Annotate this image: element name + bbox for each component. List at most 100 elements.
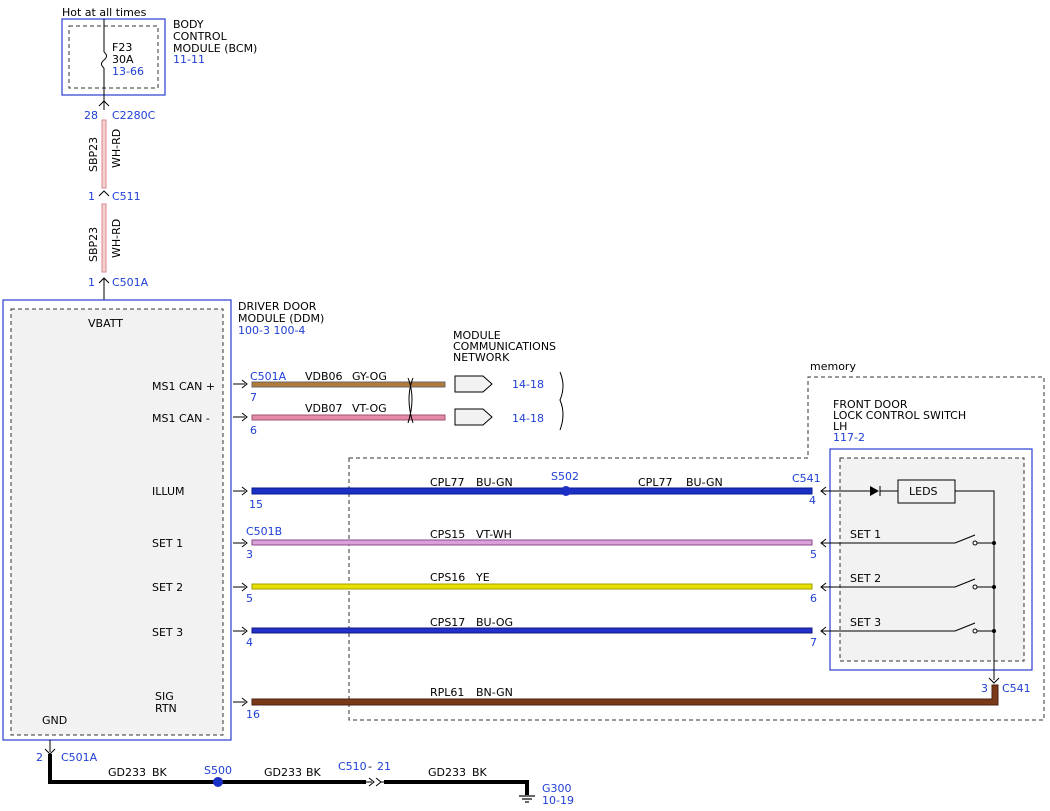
ddm-pin-set3: SET 3 [152,626,183,639]
svg-text:-: - [368,760,372,773]
circuit-gd233-3: GD233 [428,766,466,779]
wire-cpl77[interactable] [251,487,813,495]
pin-7-set3: 7 [810,636,817,649]
color-bn-gn: BN-GN [476,686,513,699]
switch-set1-label: SET 1 [850,528,881,541]
wire-vdb07[interactable] [251,414,446,421]
color-vt-wh: VT-WH [476,528,512,541]
switch-name-2: LOCK CONTROL SWITCH [833,409,966,422]
connector-c541-top-label[interactable]: C541 [792,472,821,485]
ddm-pin-illum: ILLUM [152,485,185,498]
ddm-pin-vbatt: VBATT [88,317,123,330]
wiring-diagram: Hot at all times F23 30A 13-66 BODY CONT… [2,6,1045,807]
connector-c501a-gnd-label[interactable]: C501A [61,751,98,764]
fuse-icon [101,51,107,69]
connector-c501a-can-label[interactable]: C501A [250,370,287,383]
bcm-ref-link[interactable]: 11-11 [173,53,205,66]
ddm-inner-dashed [10,308,224,736]
color-wh-rd-lower: WH-RD [110,219,123,258]
connector-c501a-top-label[interactable]: C501A [112,276,149,289]
pin-6-set2: 6 [810,592,817,605]
ddm-pin-set1: SET 1 [152,537,183,550]
wire-sbp23-lower[interactable] [101,203,107,273]
color-bk-2: BK [306,766,322,779]
splice-s500-icon[interactable] [213,777,223,787]
pin-6-can-minus: 6 [250,424,257,437]
circuit-sbp23-lower: SBP23 [87,227,100,262]
color-gy-og: GY-OG [352,370,387,383]
splice-s502-icon[interactable] [561,486,571,496]
fuse-ref-link[interactable]: 13-66 [112,65,144,78]
switch-connector-arrows [820,486,833,636]
memory-label: memory [810,360,856,373]
splice-s500-label[interactable]: S500 [204,764,232,777]
ddm-ref-link[interactable]: 100-3 100-4 [238,324,305,337]
color-bk-1: BK [152,766,168,779]
wire-vdb06[interactable] [251,381,446,388]
circuit-gd233-1: GD233 [108,766,146,779]
pin-4-set3: 4 [246,636,253,649]
circuit-vdb07: VDB07 [305,402,343,415]
switch-set2-label: SET 2 [850,572,881,585]
color-ye: YE [475,571,490,584]
wire-cps16[interactable] [251,583,813,590]
color-bu-gn-left: BU-GN [476,476,513,489]
splice-s502-label[interactable]: S502 [551,470,579,483]
pin-28: 28 [84,109,98,122]
wire-cps15[interactable] [251,539,813,546]
pin-7-can-plus: 7 [250,391,257,404]
network-ref-minus[interactable]: 14-18 [512,412,544,425]
connector-c511-label[interactable]: C511 [112,190,141,203]
ddm-pin-rtn: RTN [155,702,177,715]
pin-2-gnd: 2 [36,751,43,764]
switch-ref-link[interactable]: 117-2 [833,431,865,444]
wire-gd233-right[interactable] [384,780,529,795]
circuit-gd233-2: GD233 [264,766,302,779]
connector-c511-icon [98,190,110,197]
ddm-pin-gnd: GND [42,714,67,727]
network-connector-plus-icon [454,375,493,393]
connector-c541-bottom-label[interactable]: C541 [1002,682,1031,695]
wire-rpl61[interactable] [251,684,999,706]
wire-sbp23-upper[interactable] [101,119,107,189]
ddm-pin-can-plus: MS1 CAN + [152,380,215,393]
ground-icon [519,795,535,803]
pin-3-c541: 3 [981,682,988,695]
pin-15: 15 [249,498,263,511]
circuit-sbp23-upper: SBP23 [87,137,100,172]
pin-4-illum: 4 [809,494,816,507]
connector-c501b-label[interactable]: C501B [246,525,282,538]
hot-at-all-times-label: Hot at all times [62,6,147,19]
ground-ref-link[interactable]: 10-19 [542,794,574,807]
circuit-cpl77-left: CPL77 [430,476,464,489]
ddm-connector-arrows [233,379,248,707]
color-wh-rd-upper: WH-RD [110,129,123,168]
network-ref-plus[interactable]: 14-18 [512,378,544,391]
color-bu-og: BU-OG [476,616,513,629]
inline-connector-pin-21: 21 [377,760,391,773]
network-name-3: NETWORK [453,351,510,364]
ddm-pin-can-minus: MS1 CAN - [152,412,210,425]
network-brace-icon [559,371,564,431]
leds-label: LEDS [909,485,938,498]
pin-16: 16 [246,708,260,721]
pin-3-set1: 3 [246,548,253,561]
inline-connector-c510-label[interactable]: C510 [338,760,367,773]
inline-connector-c510-icon [366,777,386,787]
color-bk-3: BK [472,766,488,779]
circuit-cpl77-right: CPL77 [638,476,672,489]
circuit-vdb06: VDB06 [305,370,343,383]
ddm-pin-set2: SET 2 [152,581,183,594]
network-connector-minus-icon [454,408,493,426]
pin-1-c511: 1 [88,190,95,203]
color-bu-gn-right: BU-GN [686,476,723,489]
pin-5-set2: 5 [246,592,253,605]
pin-1-c501a: 1 [88,276,95,289]
circuit-rpl61: RPL61 [430,686,464,699]
circuit-cps15: CPS15 [430,528,465,541]
wire-cps17[interactable] [251,627,813,634]
circuit-cps16: CPS16 [430,571,465,584]
connector-c2280c-label[interactable]: C2280C [112,109,156,122]
circuit-cps17: CPS17 [430,616,465,629]
color-vt-og: VT-OG [352,402,387,415]
